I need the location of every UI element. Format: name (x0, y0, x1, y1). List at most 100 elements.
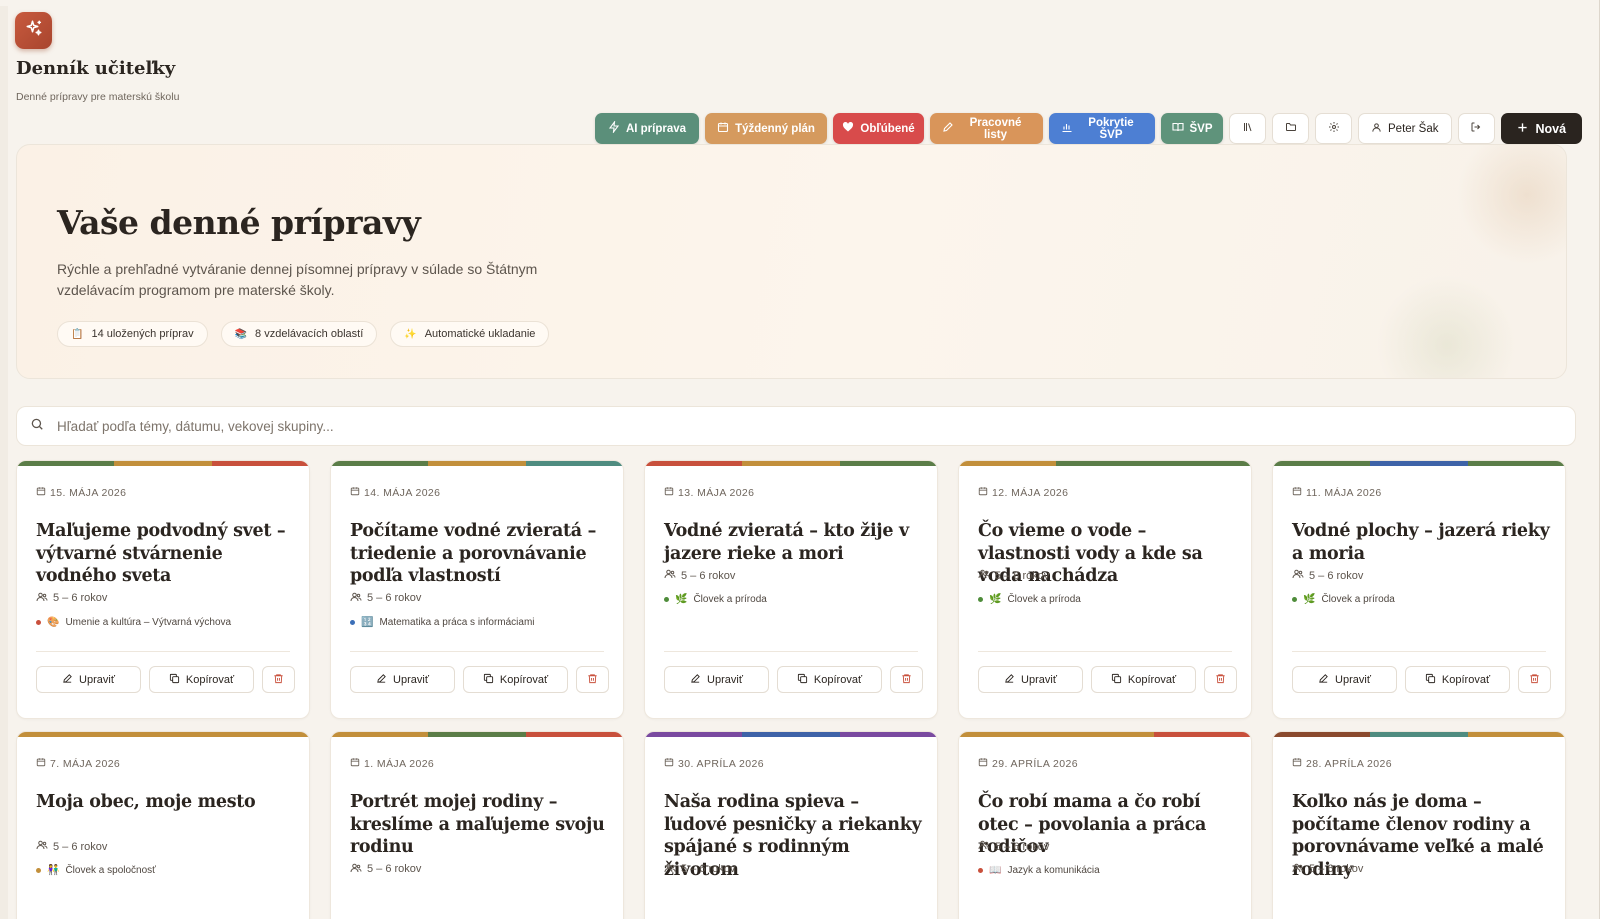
card-learning-area: 🌿 Človek a príroda (664, 594, 767, 605)
card-date: 30. APRÍLA 2026 (664, 757, 764, 770)
card-title[interactable]: Počítame vodné zvieratá – triedenie a po… (350, 520, 612, 588)
preparation-card[interactable]: 12. MÁJA 2026 Čo vieme o vode – vlastnost… (958, 460, 1252, 719)
calendar-icon (664, 757, 674, 770)
search-input[interactable] (57, 418, 1457, 434)
card-age-group: 5 – 6 rokov (664, 862, 735, 877)
bolt-icon (608, 120, 620, 136)
user-profile-button[interactable]: Peter Šak (1358, 113, 1452, 144)
card-title[interactable]: Vodné plochy – jazerá rieky a moria (1292, 520, 1554, 565)
area-text: Človek a príroda (693, 594, 767, 605)
delete-button[interactable] (576, 666, 609, 693)
search-bar[interactable] (16, 406, 1576, 446)
favorites-button[interactable]: Obľúbené (833, 113, 924, 144)
edit-label: Upraviť (393, 673, 429, 686)
card-actions: Upraviť Kopírovať (978, 666, 1237, 693)
delete-button[interactable] (1518, 666, 1551, 693)
edit-button[interactable]: Upraviť (664, 666, 769, 693)
card-date: 13. MÁJA 2026 (664, 486, 754, 499)
trash-icon (1215, 671, 1226, 689)
card-color-stripe (331, 461, 623, 466)
weekly-plan-button[interactable]: Týždenný plán (705, 113, 827, 144)
edit-icon (1318, 673, 1329, 687)
people-icon (1292, 862, 1304, 877)
search-icon (30, 417, 44, 436)
card-title[interactable]: Vodné zvieratá – kto žije v jazere rieke… (664, 520, 926, 565)
svp-coverage-button[interactable]: Pokrytie ŠVP (1049, 113, 1155, 144)
hero-title: Vaše denné prípravy (57, 203, 421, 242)
area-icon: 📖 (989, 865, 1002, 876)
card-title[interactable]: Moja obec, moje mesto (36, 791, 298, 814)
people-icon (1292, 568, 1304, 583)
copy-button[interactable]: Kopírovať (777, 666, 882, 693)
card-date-text: 13. MÁJA 2026 (678, 486, 755, 499)
area-dot (36, 619, 41, 625)
pill-label: Automatické ukladanie (424, 328, 536, 340)
library-button[interactable] (1229, 113, 1266, 144)
preparation-card[interactable]: 13. MÁJA 2026 Vodné zvieratá – kto žije v… (644, 460, 938, 719)
copy-icon (797, 673, 808, 687)
card-age-text: 5 – 6 rokov (367, 592, 422, 604)
edit-button[interactable]: Upraviť (36, 666, 141, 693)
card-title[interactable]: Portrét mojej rodiny – kreslíme a maľuje… (350, 791, 612, 859)
area-icon: 👫 (47, 865, 60, 876)
area-icon: 🔢 (361, 616, 374, 628)
edit-button[interactable]: Upraviť (1292, 666, 1397, 693)
card-date-text: 14. MÁJA 2026 (364, 486, 441, 499)
copy-label: Kopírovať (499, 673, 549, 686)
delete-button[interactable] (262, 666, 295, 693)
copy-button[interactable]: Kopírovať (1091, 666, 1196, 693)
card-learning-area: 🌿 Človek a príroda (1292, 594, 1395, 605)
edit-button[interactable]: Upraviť (978, 666, 1083, 693)
pencil-icon (942, 121, 954, 136)
copy-label: Kopírovať (1441, 673, 1491, 686)
copy-button[interactable]: Kopírovať (463, 666, 568, 693)
card-actions: Upraviť Kopírovať (36, 666, 295, 693)
card-title[interactable]: Maľujeme podvodný svet – výtvarné stvárn… (36, 520, 298, 588)
edit-button[interactable]: Upraviť (350, 666, 455, 693)
new-preparation-button[interactable]: Nová (1500, 113, 1583, 144)
area-text: Jazyk a komunikácia (1007, 865, 1100, 876)
preparation-card[interactable]: 15. MÁJA 2026 Maľujeme podvodný svet – vý… (16, 460, 310, 719)
people-icon (978, 568, 990, 583)
edit-label: Upraviť (707, 673, 743, 686)
preparation-card[interactable]: 1. MÁJA 2026 Portrét mojej rodiny – kresl… (330, 731, 624, 919)
card-divider (978, 651, 1232, 652)
area-text: Matematika a práca s informáciami (379, 616, 535, 628)
copy-button[interactable]: Kopírovať (149, 666, 254, 693)
area-dot (978, 597, 983, 602)
app-frame: Denník učiteľky Denné prípravy pre mater… (0, 6, 1600, 919)
people-icon (978, 839, 990, 854)
ai-preparation-button[interactable]: AI príprava (595, 113, 699, 144)
people-icon (664, 862, 676, 877)
calendar-icon (978, 757, 988, 770)
preparation-card[interactable]: 14. MÁJA 2026 Počítame vodné zvieratá – t… (330, 460, 624, 719)
folder-icon (1285, 120, 1297, 138)
hero-stats: 📋 14 uložených príprav 📚 8 vzdelávacích … (57, 321, 550, 347)
copy-button[interactable]: Kopírovať (1405, 666, 1510, 693)
card-date: 15. MÁJA 2026 (36, 486, 126, 499)
card-age-group: 5 – 6 rokov (1292, 568, 1363, 583)
folder-button[interactable] (1272, 113, 1309, 144)
app-logo[interactable] (15, 12, 52, 49)
delete-button[interactable] (890, 666, 923, 693)
card-date: 11. MÁJA 2026 (1292, 486, 1382, 499)
card-date: 1. MÁJA 2026 (350, 757, 434, 770)
preparation-card[interactable]: 28. APRÍLA 2026 Koľko nás je doma – počít… (1272, 731, 1566, 919)
edit-label: Upraviť (1335, 673, 1371, 686)
card-date: 14. MÁJA 2026 (350, 486, 440, 499)
preparation-card[interactable]: 7. MÁJA 2026 Moja obec, moje mesto 5 – 6 r… (16, 731, 310, 919)
area-text: Človek a príroda (1321, 594, 1395, 605)
settings-button[interactable] (1315, 113, 1352, 144)
logout-button[interactable] (1457, 113, 1495, 144)
autosave-pill: ✨ Automatické ukladanie (390, 321, 550, 347)
trash-icon (901, 671, 912, 689)
worksheets-button[interactable]: Pracovné listy (930, 113, 1043, 144)
copy-label: Kopírovať (185, 673, 235, 686)
copy-icon (169, 673, 180, 687)
preparation-card[interactable]: 29. APRÍLA 2026 Čo robí mama a čo robí ot… (958, 731, 1252, 919)
svp-button[interactable]: ŠVP (1161, 113, 1223, 144)
preparation-card[interactable]: 11. MÁJA 2026 Vodné plochy – jazerá rieky… (1272, 460, 1566, 719)
heart-icon (842, 121, 854, 136)
delete-button[interactable] (1204, 666, 1237, 693)
preparation-card[interactable]: 30. APRÍLA 2026 Naša rodina spieva – ľudo… (644, 731, 938, 919)
